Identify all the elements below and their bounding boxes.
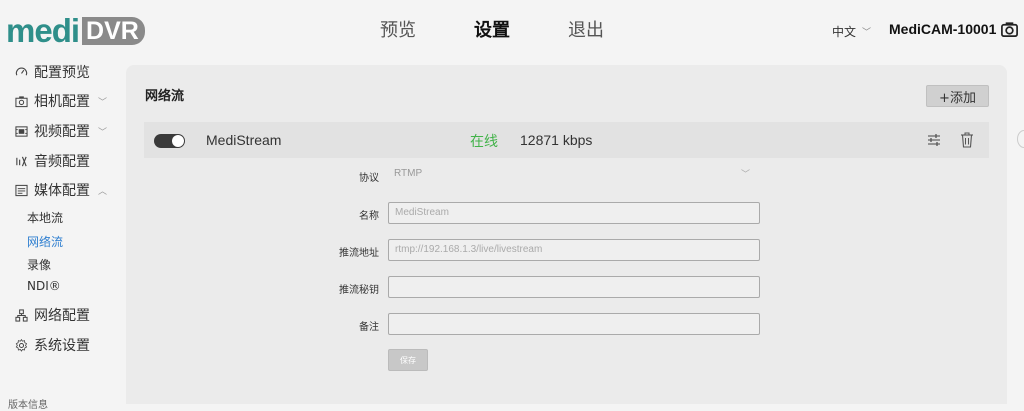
camera-icon — [14, 94, 28, 108]
chevron-down-icon: ﹀ — [862, 28, 872, 38]
note-input[interactable] — [388, 313, 760, 335]
stream-status: 在线 — [470, 134, 498, 150]
language-selector[interactable]: 中文 ﹀ — [832, 23, 871, 40]
sidebar-item-network[interactable]: 网络配置 — [14, 305, 90, 325]
nav-preview[interactable]: 预览 — [380, 19, 420, 43]
network-icon — [14, 308, 28, 322]
sidebar-item-label: 网络配置 — [34, 308, 90, 324]
add-stream-button[interactable]: +添加 — [926, 85, 989, 107]
dashboard-icon — [14, 65, 28, 79]
sidebar-item-label: 视频配置 — [34, 124, 90, 140]
network-stream-panel: 网络流 +添加 MediStream 在线 12871 kbps 协议 RTMP… — [126, 65, 1007, 404]
push-url-input[interactable]: rtmp://192.168.1.3/live/livestream — [388, 239, 760, 261]
nav-logout[interactable]: 退出 — [568, 19, 608, 43]
logo-dvr: DVR — [82, 17, 145, 45]
sliders-icon[interactable] — [927, 133, 941, 147]
sidebar-item-label: 配置预览 — [34, 65, 90, 81]
logo: medi DVR — [6, 14, 145, 48]
stream-enable-toggle[interactable] — [154, 134, 185, 148]
protocol-label: 协议 — [359, 173, 379, 184]
protocol-value: RTMP — [394, 168, 423, 179]
gear-icon — [14, 338, 28, 352]
chevron-down-icon: ﹀ — [740, 169, 750, 179]
toggle-knob — [172, 135, 184, 147]
device-name: MediCAM-10001 — [889, 21, 997, 37]
sidebar-sub-local-stream[interactable]: 本地流 — [27, 209, 63, 226]
camera-icon[interactable] — [1000, 20, 1019, 39]
media-icon — [14, 183, 28, 197]
stream-key-label: 推流秘钥 — [339, 285, 379, 296]
sidebar-item-label: 音频配置 — [34, 154, 90, 170]
film-icon — [14, 124, 28, 138]
name-label: 名称 — [359, 211, 379, 222]
sidebar-item-overview[interactable]: 配置预览 — [14, 62, 90, 82]
protocol-select[interactable]: RTMP ﹀ — [388, 164, 760, 186]
sidebar-item-video[interactable]: 视频配置 ﹀ — [14, 121, 107, 141]
chevron-down-icon: ﹀ — [98, 97, 108, 108]
chevron-down-icon: ﹀ — [98, 127, 108, 138]
nav-settings[interactable]: 设置 — [474, 19, 514, 43]
language-label: 中文 — [832, 25, 857, 39]
logo-medi: medi — [6, 12, 80, 49]
scroll-handle[interactable] — [1017, 130, 1024, 148]
panel-title: 网络流 — [145, 89, 185, 104]
sidebar-item-camera[interactable]: 相机配置 ﹀ — [14, 91, 107, 111]
sidebar-item-label: 媒体配置 — [34, 183, 90, 199]
sidebar-sub-ndi[interactable]: NDI® — [27, 279, 61, 293]
name-input[interactable]: MediStream — [388, 202, 760, 224]
sidebar-sub-recording[interactable]: 录像 — [27, 256, 51, 273]
push-url-label: 推流地址 — [339, 248, 379, 259]
chevron-up-icon: ︿ — [98, 186, 108, 197]
trash-icon[interactable] — [960, 132, 974, 148]
sidebar-item-system[interactable]: 系统设置 — [14, 335, 90, 355]
sidebar-sub-network-stream[interactable]: 网络流 — [27, 233, 63, 250]
stream-key-input[interactable] — [388, 276, 760, 298]
stream-name: MediStream — [206, 132, 282, 148]
note-label: 备注 — [359, 322, 379, 333]
audio-icon — [14, 154, 28, 168]
sidebar-item-label: 系统设置 — [34, 338, 90, 354]
stream-row: MediStream 在线 12871 kbps — [144, 122, 989, 158]
stream-bitrate: 12871 kbps — [520, 132, 593, 148]
sidebar-item-label: 相机配置 — [34, 94, 90, 110]
save-button[interactable]: 保存 — [388, 349, 428, 371]
sidebar-item-media[interactable]: 媒体配置 ︿ — [14, 180, 107, 200]
sidebar-item-audio[interactable]: 音频配置 — [14, 151, 90, 171]
